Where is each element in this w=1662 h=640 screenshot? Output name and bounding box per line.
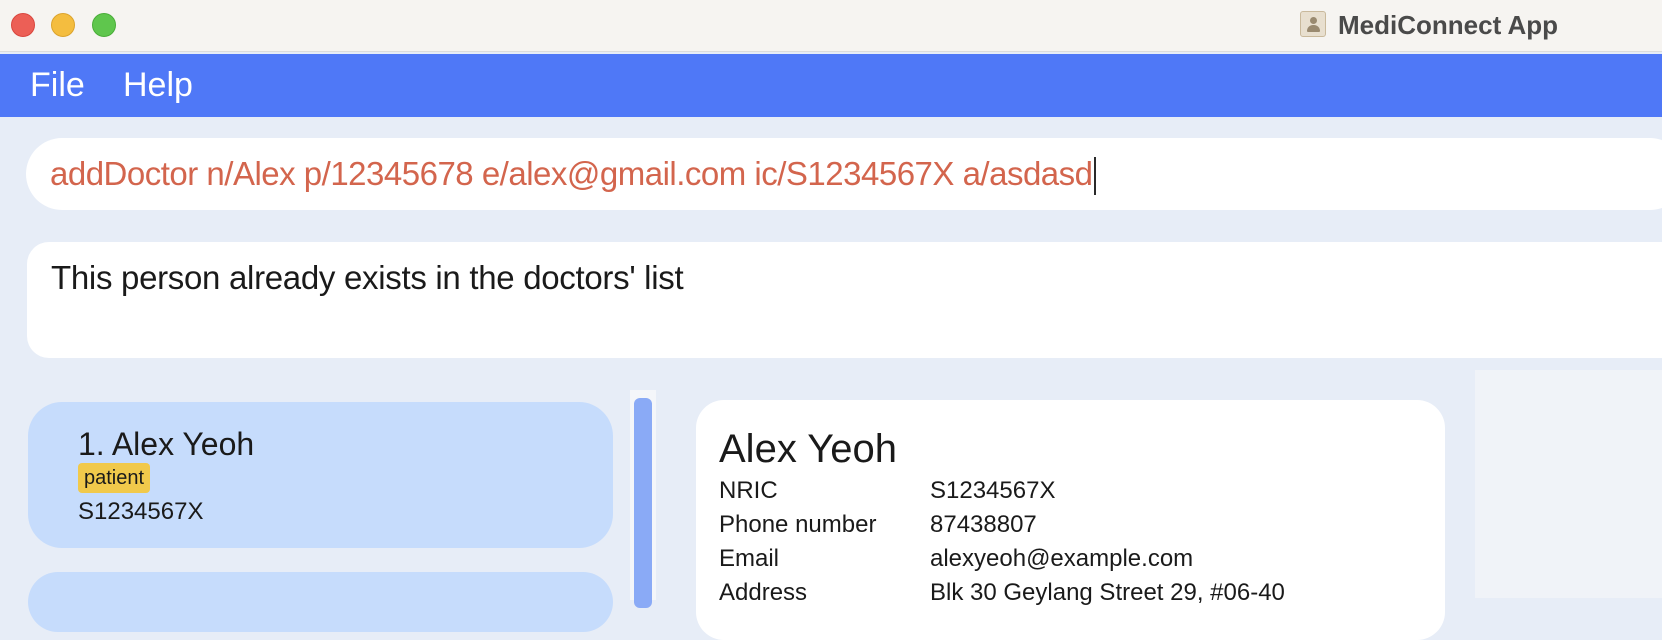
command-input-text: addDoctor n/Alex p/12345678 e/alex@gmail…: [50, 155, 1093, 192]
close-window-button[interactable]: [11, 13, 35, 37]
result-message: This person already exists in the doctor…: [51, 259, 684, 296]
detail-value: 87438807: [930, 511, 1037, 538]
menu-help[interactable]: Help: [123, 54, 193, 117]
scrollbar-thumb[interactable]: [634, 398, 652, 608]
person-tag-badge: patient: [78, 463, 151, 493]
minimize-window-button[interactable]: [51, 13, 75, 37]
person-card-nric: S1234567X: [78, 498, 204, 525]
detail-value: Blk 30 Geylang Street 29, #06-40: [930, 579, 1285, 606]
detail-label: Email: [719, 545, 780, 572]
detail-name: Alex Yeoh: [719, 427, 897, 471]
command-input[interactable]: addDoctor n/Alex p/12345678 e/alex@gmail…: [50, 150, 1096, 198]
person-list-scrollbar[interactable]: [630, 390, 656, 608]
contact-book-icon: [1300, 11, 1326, 37]
person-list-card[interactable]: 1. Alex Yeoh patient S1234567X: [28, 402, 613, 548]
result-display: This person already exists in the doctor…: [27, 242, 1662, 358]
person-detail-card: Alex Yeoh NRIC S1234567X Phone number 87…: [696, 400, 1445, 640]
menu-file[interactable]: File: [30, 54, 85, 117]
detail-label: NRIC: [719, 477, 778, 504]
person-card-name: 1. Alex Yeoh: [78, 426, 255, 462]
detail-value: S1234567X: [930, 477, 1056, 504]
zoom-window-button[interactable]: [92, 13, 116, 37]
detail-label: Phone number: [719, 511, 877, 538]
command-input-box[interactable]: addDoctor n/Alex p/12345678 e/alex@gmail…: [26, 138, 1662, 210]
app-icon-head-shape: [1310, 17, 1317, 24]
app-icon-body-shape: [1307, 25, 1320, 32]
window-title-bar: MediConnect App: [0, 0, 1662, 52]
side-panel: [1475, 370, 1662, 598]
menu-bar: File Help: [0, 54, 1662, 117]
detail-label: Address: [719, 579, 808, 606]
person-list-card[interactable]: [28, 572, 613, 632]
detail-value: alexyeoh@example.com: [930, 545, 1194, 572]
text-caret: [1093, 157, 1096, 196]
window-title: MediConnect App: [1338, 10, 1559, 40]
